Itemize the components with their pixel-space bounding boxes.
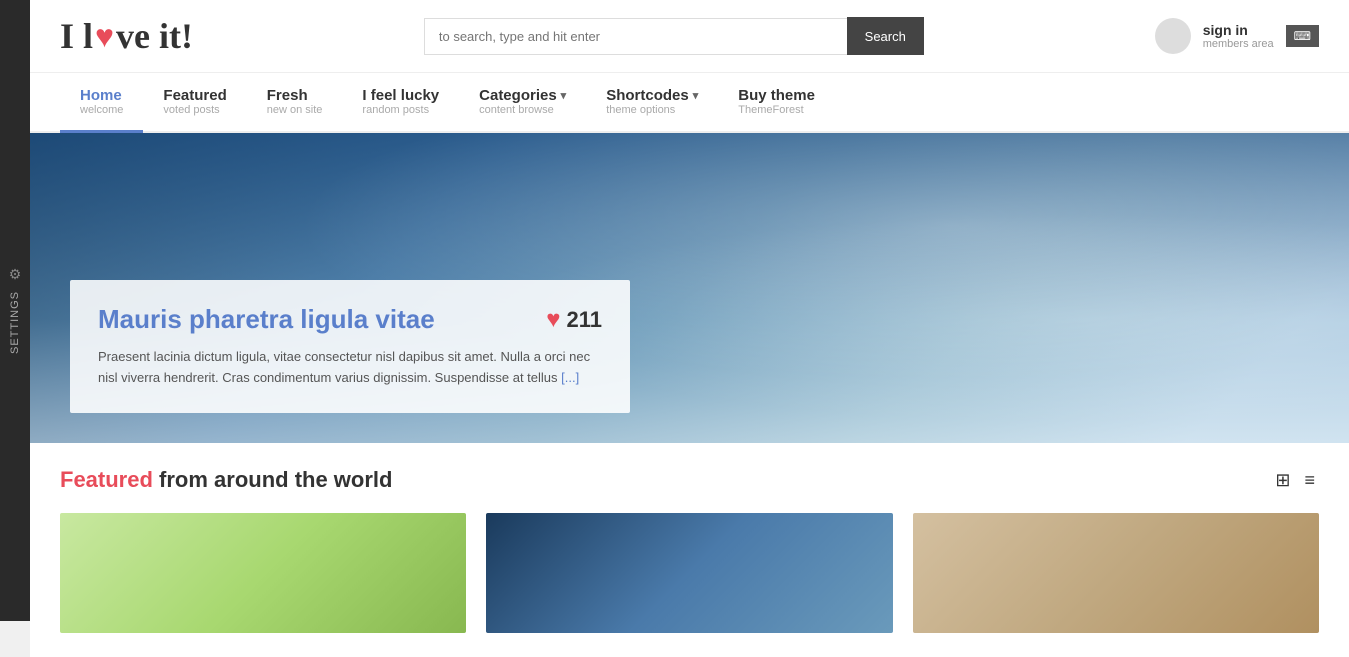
nav-item-fresh[interactable]: Fresh new on site [247, 73, 343, 133]
view-toggles: ⊞ ≡ [1271, 468, 1319, 493]
nav-sublabel-ifeellucky: random posts [362, 104, 439, 116]
main-nav: Home welcome Featured voted posts Fresh … [30, 73, 1349, 133]
nav-item-home[interactable]: Home welcome [60, 73, 143, 133]
featured-title-accent: Featured [60, 467, 153, 492]
card-2[interactable] [486, 513, 892, 633]
nav-sublabel-categories: content browse [479, 104, 566, 116]
card-thumbnail-3 [913, 513, 1319, 633]
avatar [1155, 18, 1191, 54]
nav-label-buytheme: Buy theme [738, 87, 815, 104]
nav-item-featured[interactable]: Featured voted posts [143, 73, 246, 133]
gear-icon: ⚙ [9, 266, 22, 283]
list-view-toggle[interactable]: ≡ [1300, 468, 1319, 493]
categories-arrow-icon: ▾ [561, 89, 567, 102]
card-3[interactable] [913, 513, 1319, 633]
featured-header: Featured from around the world ⊞ ≡ [60, 467, 1319, 493]
search-input[interactable] [424, 18, 847, 55]
featured-title-rest: from around the world [153, 467, 393, 492]
nav-item-buytheme[interactable]: Buy theme ThemeForest [718, 73, 835, 133]
nav-label-ifeellucky: I feel lucky [362, 87, 439, 104]
card-thumbnail-2 [486, 513, 892, 633]
keyboard-icon: ⌨ [1286, 25, 1319, 47]
nav-sublabel-fresh: new on site [267, 104, 323, 116]
hero-card-header: Mauris pharetra ligula vitae ♥ 211 [98, 304, 602, 335]
nav-label-home: Home [80, 87, 123, 104]
nav-item-categories[interactable]: Categories ▾ content browse [459, 73, 586, 133]
nav-sublabel-home: welcome [80, 104, 123, 116]
cards-row [60, 513, 1319, 633]
logo-text-before: I l [60, 15, 93, 57]
members-area-label[interactable]: members area [1203, 38, 1274, 50]
hero-readmore[interactable]: [...] [561, 370, 579, 385]
search-area: Search [424, 17, 924, 55]
featured-section: Featured from around the world ⊞ ≡ [30, 443, 1349, 657]
heart-icon: ♥ [546, 306, 560, 334]
search-button[interactable]: Search [847, 17, 924, 55]
user-area: sign in members area ⌨ [1155, 18, 1319, 54]
nav-label-fresh: Fresh [267, 87, 323, 104]
sign-in-label[interactable]: sign in [1203, 22, 1274, 38]
nav-label-categories: Categories ▾ [479, 87, 566, 104]
hero-slider: Mauris pharetra ligula vitae ♥ 211 Praes… [30, 133, 1349, 443]
hero-excerpt: Praesent lacinia dictum ligula, vitae co… [98, 347, 602, 389]
hero-likes-count: 211 [567, 307, 603, 333]
hero-likes: ♥ 211 [546, 306, 602, 334]
card-thumbnail-1 [60, 513, 466, 633]
header: I l♥ve it! Search sign in members area ⌨ [30, 0, 1349, 73]
nav-sublabel-featured: voted posts [163, 104, 226, 116]
nav-label-shortcodes: Shortcodes ▾ [606, 87, 698, 104]
nav-sublabel-buytheme: ThemeForest [738, 104, 815, 116]
nav-sublabel-shortcodes: theme options [606, 104, 698, 116]
hero-card: Mauris pharetra ligula vitae ♥ 211 Praes… [70, 280, 630, 413]
logo-text-after: ve it! [116, 15, 193, 57]
settings-label: Settings [9, 291, 21, 354]
featured-title: Featured from around the world [60, 467, 392, 493]
nav-item-ifeellucky[interactable]: I feel lucky random posts [342, 73, 459, 133]
user-info: sign in members area [1203, 22, 1274, 50]
card-1[interactable] [60, 513, 466, 633]
settings-sidebar[interactable]: ⚙ Settings [0, 0, 30, 621]
nav-item-shortcodes[interactable]: Shortcodes ▾ theme options [586, 73, 718, 133]
shortcodes-arrow-icon: ▾ [693, 89, 699, 102]
grid-view-toggle[interactable]: ⊞ [1271, 468, 1294, 493]
nav-label-featured: Featured [163, 87, 226, 104]
logo-heart-icon: ♥ [95, 18, 114, 55]
logo[interactable]: I l♥ve it! [60, 15, 193, 57]
hero-title[interactable]: Mauris pharetra ligula vitae [98, 304, 435, 335]
